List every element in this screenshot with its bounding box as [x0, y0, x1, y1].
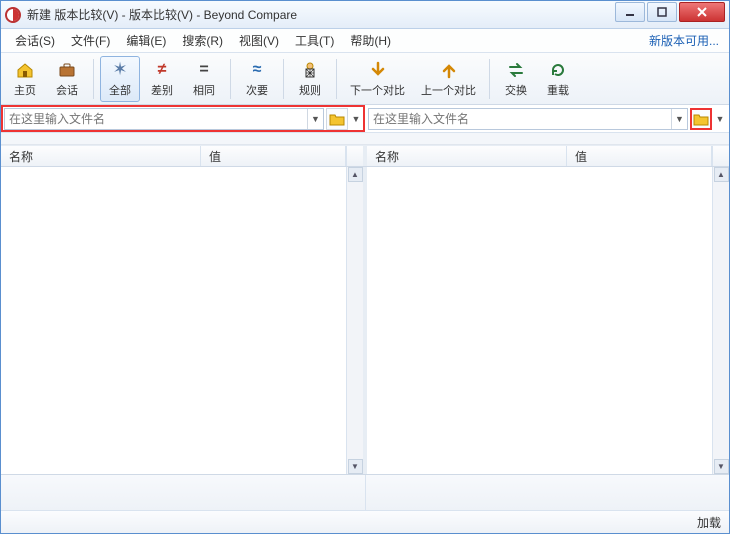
swap-icon — [506, 60, 526, 80]
app-icon — [5, 7, 21, 23]
up-arrow-icon — [439, 60, 459, 80]
right-scrollbar[interactable]: ▲ ▼ — [712, 167, 729, 474]
star-icon: ✶ — [110, 60, 130, 80]
reload-icon — [548, 60, 568, 80]
prev-diff-button[interactable]: 上一个对比 — [414, 56, 483, 102]
toolbar-separator — [93, 59, 94, 99]
menu-view[interactable]: 视图(V) — [231, 29, 287, 52]
right-browse-dropdown[interactable]: ▼ — [714, 108, 726, 130]
home-label: 主页 — [14, 82, 36, 98]
window-title: 新建 版本比较(V) - 版本比较(V) - Beyond Compare — [27, 6, 615, 23]
minor-button[interactable]: ≈ 次要 — [237, 56, 277, 102]
headers-row: 名称 值 名称 值 — [1, 145, 729, 167]
status-text: 加载 — [697, 514, 721, 531]
toolbar: 主页 会话 ✶ 全部 ≠ 差别 = 相同 ≈ 次要 规则 — [1, 53, 729, 105]
not-equal-icon: ≠ — [152, 60, 172, 80]
folder-icon — [329, 112, 345, 126]
home-icon — [15, 60, 35, 80]
right-path-input[interactable] — [369, 109, 671, 129]
equal-icon: = — [194, 60, 214, 80]
left-col-value[interactable]: 值 — [201, 146, 346, 166]
down-arrow-icon — [368, 60, 388, 80]
left-panel: ▲ ▼ — [1, 167, 363, 474]
toolbar-separator — [489, 59, 490, 99]
left-col-name[interactable]: 名称 — [1, 146, 201, 166]
right-path-input-wrap: ▼ — [368, 108, 688, 130]
swap-button[interactable]: 交换 — [496, 56, 536, 102]
bottom-strip — [1, 475, 729, 511]
diff-button[interactable]: ≠ 差别 — [142, 56, 182, 102]
reload-button[interactable]: 重载 — [538, 56, 578, 102]
scroll-down-icon[interactable]: ▼ — [348, 459, 363, 474]
scroll-down-icon[interactable]: ▼ — [714, 459, 729, 474]
menu-file[interactable]: 文件(F) — [63, 29, 118, 52]
close-button[interactable] — [679, 2, 725, 22]
menu-tools[interactable]: 工具(T) — [287, 29, 342, 52]
briefcase-icon — [57, 60, 77, 80]
all-label: 全部 — [109, 82, 131, 98]
right-detail-area — [366, 475, 730, 510]
scroll-up-icon[interactable]: ▲ — [714, 167, 729, 182]
right-browse-button[interactable] — [690, 108, 712, 130]
maximize-button[interactable] — [647, 2, 677, 22]
scroll-up-icon[interactable]: ▲ — [348, 167, 363, 182]
menu-help[interactable]: 帮助(H) — [342, 29, 399, 52]
left-path-input-wrap: ▼ — [4, 108, 324, 130]
right-path-area: ▼ ▼ — [365, 105, 729, 132]
home-button[interactable]: 主页 — [5, 56, 45, 102]
toolbar-separator — [336, 59, 337, 99]
session-button[interactable]: 会话 — [47, 56, 87, 102]
left-scrollbar[interactable]: ▲ ▼ — [346, 167, 363, 474]
left-browse-dropdown[interactable]: ▼ — [350, 108, 362, 130]
rules-button[interactable]: 规则 — [290, 56, 330, 102]
folder-icon — [693, 112, 709, 126]
right-col-name[interactable]: 名称 — [367, 146, 567, 166]
path-row: ▼ ▼ ▼ ▼ — [1, 105, 729, 133]
all-button[interactable]: ✶ 全部 — [100, 56, 140, 102]
titlebar: 新建 版本比较(V) - 版本比较(V) - Beyond Compare — [1, 1, 729, 29]
right-panel: ▲ ▼ — [367, 167, 729, 474]
right-path-dropdown[interactable]: ▼ — [671, 109, 687, 129]
status-bar: 加载 — [1, 511, 729, 533]
right-panel-body[interactable] — [367, 167, 712, 474]
left-panel-body[interactable] — [1, 167, 346, 474]
menu-search[interactable]: 搜索(R) — [174, 29, 231, 52]
same-label: 相同 — [193, 82, 215, 98]
rules-label: 规则 — [299, 82, 321, 98]
next-diff-label: 下一个对比 — [350, 82, 405, 98]
update-link[interactable]: 新版本可用... — [649, 32, 723, 49]
swap-label: 交换 — [505, 82, 527, 98]
reload-label: 重载 — [547, 82, 569, 98]
left-path-dropdown[interactable]: ▼ — [307, 109, 323, 129]
referee-icon — [300, 60, 320, 80]
spacer-strip — [1, 133, 729, 145]
left-browse-button[interactable] — [326, 108, 348, 130]
content-row: ▲ ▼ ▲ ▼ — [1, 167, 729, 475]
minimize-button[interactable] — [615, 2, 645, 22]
menubar: 会话(S) 文件(F) 编辑(E) 搜索(R) 视图(V) 工具(T) 帮助(H… — [1, 29, 729, 53]
prev-diff-label: 上一个对比 — [421, 82, 476, 98]
left-path-area: ▼ ▼ — [1, 105, 365, 132]
left-path-input[interactable] — [5, 109, 307, 129]
toolbar-separator — [283, 59, 284, 99]
minor-label: 次要 — [246, 82, 268, 98]
same-button[interactable]: = 相同 — [184, 56, 224, 102]
diff-label: 差别 — [151, 82, 173, 98]
session-label: 会话 — [56, 82, 78, 98]
toolbar-separator — [230, 59, 231, 99]
menu-session[interactable]: 会话(S) — [7, 29, 63, 52]
right-col-value[interactable]: 值 — [567, 146, 712, 166]
menu-edit[interactable]: 编辑(E) — [118, 29, 174, 52]
approx-icon: ≈ — [247, 60, 267, 80]
left-detail-area — [1, 475, 366, 510]
next-diff-button[interactable]: 下一个对比 — [343, 56, 412, 102]
